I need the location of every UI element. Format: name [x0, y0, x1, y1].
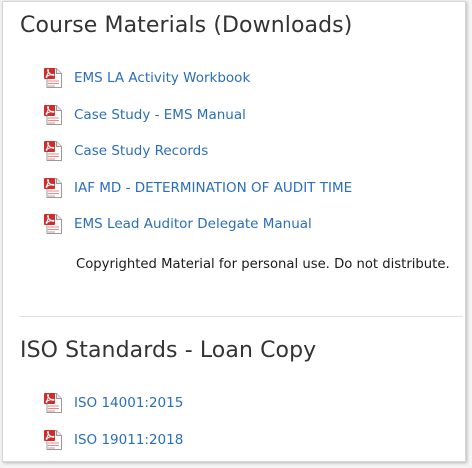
download-link[interactable]: ISO 14001:2015: [74, 395, 183, 411]
download-link[interactable]: Case Study - EMS Manual: [74, 107, 246, 123]
pdf-icon[interactable]: [43, 177, 65, 199]
course-materials-list: EMS LA Activity Workbook Case Study - EM…: [43, 60, 352, 243]
pdf-icon[interactable]: [43, 104, 65, 126]
list-item[interactable]: ISO 14001:2015: [43, 385, 183, 422]
download-link[interactable]: EMS LA Activity Workbook: [74, 70, 250, 86]
download-link[interactable]: EMS Lead Auditor Delegate Manual: [74, 216, 312, 232]
list-item[interactable]: Case Study Records: [43, 133, 352, 170]
list-item[interactable]: ISO 19011:2018: [43, 422, 183, 459]
iso-standards-list: ISO 14001:2015 ISO 19011:2018: [43, 385, 183, 458]
course-materials-title: Course Materials (Downloads): [20, 13, 353, 38]
list-item[interactable]: Case Study - EMS Manual: [43, 97, 352, 134]
pdf-icon[interactable]: [43, 429, 65, 451]
pdf-icon[interactable]: [43, 392, 65, 414]
download-link[interactable]: ISO 19011:2018: [74, 432, 183, 448]
pdf-icon[interactable]: [43, 213, 65, 235]
iso-standards-title: ISO Standards - Loan Copy: [20, 338, 317, 363]
download-link[interactable]: IAF MD - DETERMINATION OF AUDIT TIME: [74, 180, 352, 196]
pdf-icon[interactable]: [43, 67, 65, 89]
list-item[interactable]: IAF MD - DETERMINATION OF AUDIT TIME: [43, 170, 352, 207]
section-divider: [19, 316, 463, 317]
list-item[interactable]: EMS LA Activity Workbook: [43, 60, 352, 97]
copyright-notice: Copyrighted Material for personal use. D…: [76, 257, 450, 272]
pdf-icon[interactable]: [43, 140, 65, 162]
downloads-panel: Course Materials (Downloads) EMS LA Acti…: [2, 1, 466, 462]
download-link[interactable]: Case Study Records: [74, 143, 208, 159]
list-item[interactable]: EMS Lead Auditor Delegate Manual: [43, 206, 352, 243]
